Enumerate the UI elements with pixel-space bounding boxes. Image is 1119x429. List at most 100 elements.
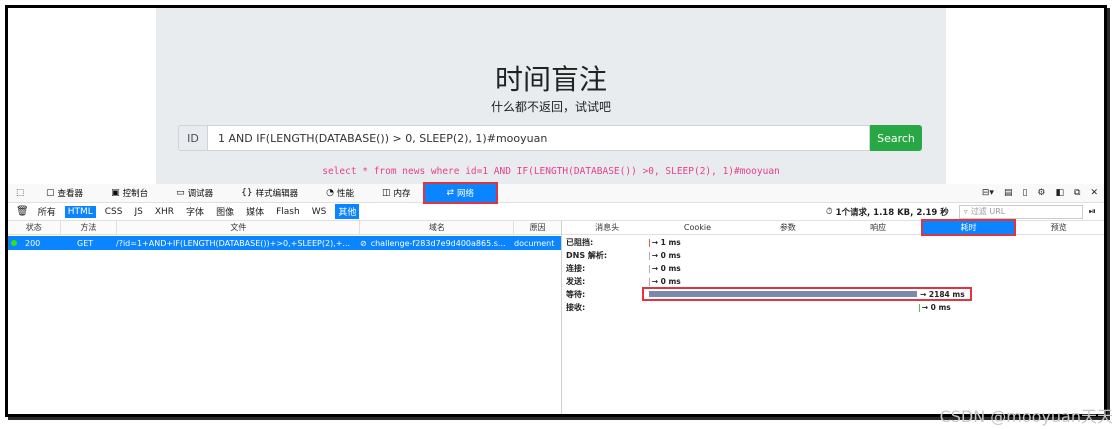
timing-label-connect: 连接:	[566, 263, 586, 273]
insecure-icon: ⊘	[360, 238, 367, 248]
value-text: → 0 ms	[651, 263, 681, 273]
memory-icon: ◫	[381, 188, 391, 198]
timing-value-wait: → 2184 ms	[920, 289, 965, 299]
devtools-panel: ⬚ ▢ 查看器 ▣ 控制台 ▭ 调试器 {} 样式编辑器 ◔ 性能 ◫ 内存 ⇄ 网络 ⊟▾ …	[8, 182, 1104, 414]
pause-icon[interactable]: ⏯	[1089, 207, 1096, 217]
style-editor-icon: {}	[241, 188, 253, 198]
web-page: 时间盲注 什么都不返回，试试吧 ID 1 AND IF(LENGTH(DATAB…	[8, 8, 1104, 184]
filter-images[interactable]: 图像	[213, 204, 237, 219]
tab-console[interactable]: ▣ 控制台	[97, 184, 162, 202]
row-domain: ⊘ challenge-f283d7e9d400a865.s...	[357, 236, 511, 250]
element-picker-icon[interactable]: ⬚	[8, 184, 32, 202]
page-container: 时间盲注 什么都不返回，试试吧 ID 1 AND IF(LENGTH(DATAB…	[156, 8, 946, 184]
col-file[interactable]: 文件	[117, 221, 361, 234]
gear-icon[interactable]: ⚙	[1037, 188, 1045, 198]
timing-label-wait: 等待:	[566, 289, 586, 299]
tab-style-editor[interactable]: {} 样式编辑器	[227, 184, 312, 202]
debugger-icon: ▭	[176, 188, 185, 198]
split-console-icon[interactable]: ▤	[1004, 188, 1013, 198]
timing-label-dns: DNS 解析:	[566, 250, 608, 260]
tab-inspector[interactable]: ▢ 查看器	[32, 184, 97, 202]
status-code: 200	[25, 238, 41, 248]
filter-fonts[interactable]: 字体	[183, 204, 207, 219]
col-status[interactable]: 状态	[8, 221, 61, 234]
timing-label-blocked: 已阻挡:	[566, 237, 594, 247]
undock-icon[interactable]: ⧉	[1074, 188, 1080, 198]
url-filter-placeholder: 过滤 URL	[970, 207, 1006, 216]
tab-label: 性能	[336, 189, 354, 199]
tab-preview[interactable]: 预览	[1014, 221, 1104, 234]
id-input[interactable]: 1 AND IF(LENGTH(DATABASE()) > 0, SLEEP(2…	[208, 125, 870, 151]
filter-icon: ▿	[963, 207, 968, 216]
tab-performance[interactable]: ◔ 性能	[312, 184, 368, 202]
network-icon: ⇄	[446, 188, 455, 198]
tab-label: 控制台	[122, 189, 149, 199]
timing-label-receive: 接收:	[566, 302, 586, 312]
value-text: → 0 ms	[651, 276, 681, 286]
tab-label: 查看器	[57, 189, 84, 199]
timing-value-blocked: | → 1 ms	[648, 237, 681, 247]
request-summary: ⏱ 1个请求, 1.18 KB, 2.19 秒 ▿ 过滤 URL ⏯	[825, 204, 1104, 219]
filter-xhr[interactable]: XHR	[152, 206, 177, 218]
filter-html[interactable]: HTML	[64, 205, 96, 218]
filter-media[interactable]: 媒体	[243, 204, 267, 219]
inspector-icon: ▢	[46, 188, 55, 198]
filter-ws[interactable]: WS	[309, 206, 330, 218]
tab-headers[interactable]: 消息头	[562, 221, 652, 234]
toolbar-right-icons: ⊟▾ ▤ ▯ ⚙ ◧ ⧉ ✕	[972, 188, 1104, 198]
tab-label: 网络	[457, 189, 475, 199]
col-cause[interactable]: 原因	[514, 221, 561, 234]
search-form: ID 1 AND IF(LENGTH(DATABASE()) > 0, SLEE…	[178, 125, 922, 151]
row-status: 200	[8, 236, 60, 250]
sql-query: select * from news where id=1 AND IF(LEN…	[322, 166, 780, 177]
filter-css[interactable]: CSS	[102, 206, 126, 218]
timing-value-send: | → 0 ms	[648, 276, 681, 286]
timing-label-send: 发送:	[566, 276, 586, 286]
tab-memory[interactable]: ◫ 内存	[368, 184, 425, 202]
request-list: 状态 方法 文件 域名 原因 200 GET /?id=1+AND+IF(LEN…	[8, 221, 562, 414]
tab-params[interactable]: 参数	[743, 221, 833, 234]
request-details: 消息头 Cookie 参数 响应 耗时 预览 已阻挡: | → 1 ms DNS …	[562, 219, 1104, 414]
status-dot	[11, 240, 17, 246]
stopwatch-icon: ⏱	[825, 206, 833, 217]
filter-js[interactable]: JS	[131, 206, 145, 218]
console-icon: ▣	[111, 188, 120, 198]
tab-label: 调试器	[187, 189, 214, 199]
tab-label: 样式编辑器	[255, 189, 299, 199]
trash-icon[interactable]: 🗑	[16, 206, 29, 217]
tab-label: 内存	[393, 189, 411, 199]
timing-value-dns: | → 0 ms	[648, 250, 681, 260]
screenshot-frame: 时间盲注 什么都不返回，试试吧 ID 1 AND IF(LENGTH(DATAB…	[5, 5, 1107, 417]
row-method: GET	[77, 238, 94, 248]
tab-cookies[interactable]: Cookie	[652, 221, 742, 234]
watermark: CSDN @mooyuan天天	[939, 407, 1113, 426]
tab-network[interactable]: ⇄ 网络	[422, 182, 499, 204]
domain-text: challenge-f283d7e9d400a865.s...	[370, 238, 506, 248]
devtools-toolbar: ⬚ ▢ 查看器 ▣ 控制台 ▭ 调试器 {} 样式编辑器 ◔ 性能 ◫ 内存 ⇄ 网络 ⊟▾ …	[8, 182, 1104, 204]
request-row[interactable]: 200 GET /?id=1+AND+IF(LENGTH(DATABASE())…	[8, 236, 561, 250]
wait-bar	[649, 291, 917, 297]
col-domain[interactable]: 域名	[360, 221, 515, 234]
tab-timings[interactable]: 耗时	[921, 219, 1016, 236]
responsive-icon[interactable]: ⊟▾	[982, 188, 994, 198]
filter-other[interactable]: 其他	[335, 204, 360, 219]
close-icon[interactable]: ✕	[1090, 188, 1098, 198]
device-icon[interactable]: ▯	[1022, 188, 1027, 198]
request-list-header: 状态 方法 文件 域名 原因	[8, 221, 561, 235]
tab-debugger[interactable]: ▭ 调试器	[162, 184, 227, 202]
value-text: → 0 ms	[921, 302, 951, 312]
detail-tabs: 消息头 Cookie 参数 响应 耗时 预览	[562, 219, 1104, 236]
timing-value-connect: | → 0 ms	[648, 263, 681, 273]
filter-flash[interactable]: Flash	[273, 206, 303, 218]
url-filter-input[interactable]: ▿ 过滤 URL	[958, 204, 1083, 219]
page-title: 时间盲注	[494, 63, 607, 96]
search-button[interactable]: Search	[870, 125, 922, 151]
value-text: → 1 ms	[651, 237, 681, 247]
network-filter-bar: 🗑 所有 HTML CSS JS XHR 字体 图像 媒体 Flash WS 其…	[8, 203, 1104, 221]
timing-value-receive: | → 0 ms	[918, 302, 951, 312]
tab-response[interactable]: 响应	[833, 221, 923, 234]
filter-all[interactable]: 所有	[35, 204, 59, 219]
dock-icon[interactable]: ◧	[1056, 188, 1065, 198]
col-method[interactable]: 方法	[61, 221, 118, 234]
page-subtitle: 什么都不返回，试试吧	[490, 100, 611, 114]
